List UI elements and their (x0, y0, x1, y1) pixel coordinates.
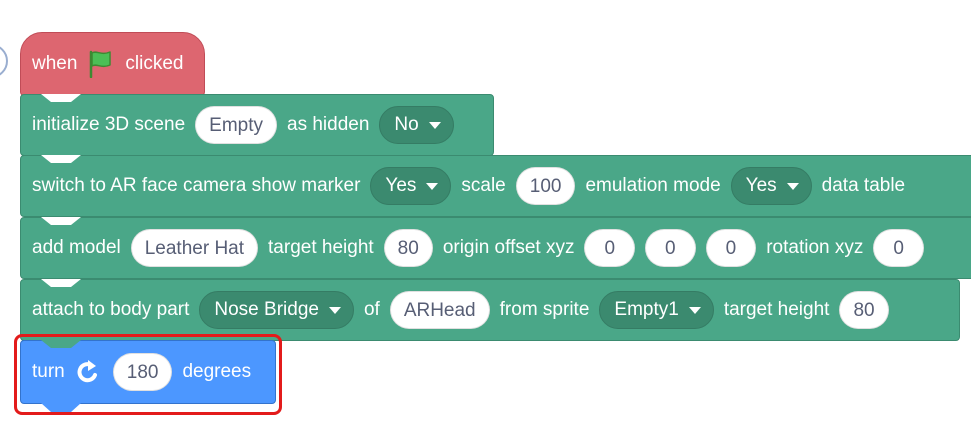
rotation-xyz-label: rotation xyz (766, 237, 864, 258)
target-height-input[interactable]: 80 (383, 229, 433, 267)
object-input[interactable]: ARHead (389, 291, 490, 329)
caret-down-icon (428, 121, 441, 129)
emulation-mode-label: emulation mode (585, 175, 721, 196)
attach-label: attach to body part (32, 299, 190, 320)
show-marker-dropdown[interactable]: Yes (370, 167, 452, 205)
scale-label: scale (461, 175, 506, 196)
hidden-dropdown-value: No (394, 114, 419, 135)
of-label: of (363, 299, 380, 320)
initialize-scene-label: initialize 3D scene (32, 114, 186, 135)
attach-body-part-block[interactable]: attach to body part Nose Bridge of ARHea… (20, 279, 960, 341)
switch-ar-face-camera-block[interactable]: switch to AR face camera show marker Yes… (20, 155, 971, 217)
target-height-label: target height (268, 237, 374, 258)
show-marker-value: Yes (385, 175, 417, 196)
caret-down-icon (328, 306, 341, 314)
when-flag-clicked-block[interactable]: when clicked (20, 32, 205, 104)
highlight-box (14, 334, 282, 415)
offset-y-input[interactable]: 0 (645, 229, 696, 267)
body-part-value: Nose Bridge (214, 299, 319, 320)
emulation-mode-dropdown[interactable]: Yes (730, 167, 812, 205)
from-sprite-label: from sprite (499, 299, 590, 320)
caret-down-icon (688, 306, 701, 314)
green-flag-icon (87, 50, 113, 78)
when-label: when (32, 53, 78, 74)
as-hidden-label: as hidden (287, 114, 370, 135)
origin-offset-label: origin offset xyz (442, 237, 575, 258)
add-model-label: add model (32, 237, 121, 258)
initialize-3d-scene-block[interactable]: initialize 3D scene Empty as hidden No (20, 94, 494, 156)
model-input[interactable]: Leather Hat (130, 229, 259, 267)
hidden-dropdown[interactable]: No (379, 106, 454, 144)
data-table-label: data table (821, 175, 906, 196)
attach-target-height-label: target height (723, 299, 830, 320)
body-part-dropdown[interactable]: Nose Bridge (199, 291, 354, 329)
scale-input[interactable]: 100 (515, 167, 576, 205)
scene-input[interactable]: Empty (195, 106, 277, 144)
rotation-x-input[interactable]: 0 (873, 229, 924, 267)
collapsed-edge-tab[interactable] (0, 44, 8, 78)
attach-target-height-input[interactable]: 80 (839, 291, 889, 329)
caret-down-icon (786, 182, 799, 190)
caret-down-icon (426, 182, 439, 190)
offset-z-input[interactable]: 0 (705, 229, 757, 267)
emulation-mode-value: Yes (745, 175, 777, 196)
sprite-dropdown[interactable]: Empty1 (599, 291, 714, 329)
sprite-value: Empty1 (614, 299, 679, 320)
clicked-label: clicked (125, 53, 184, 74)
offset-x-input[interactable]: 0 (584, 229, 636, 267)
switch-camera-label: switch to AR face camera show marker (32, 175, 361, 196)
add-model-block[interactable]: add model Leather Hat target height 80 o… (20, 217, 971, 279)
